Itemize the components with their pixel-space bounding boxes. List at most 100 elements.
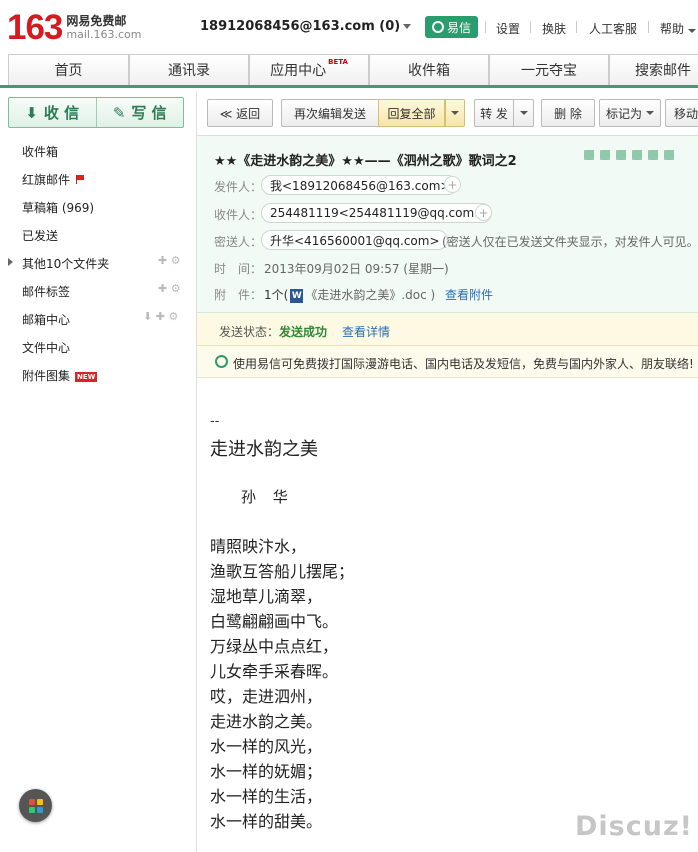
yixin-label: 易信 xyxy=(446,20,471,35)
reply-all-button[interactable]: 回复全部 xyxy=(378,99,445,127)
mail-toolbar: ≪ 返回 再次编辑发送 回复全部 转 发 删 除 标记为 移动 xyxy=(197,91,698,136)
sidebar-item-sent[interactable]: 已发送 xyxy=(22,227,58,244)
poem-author: 孙 华 xyxy=(241,488,294,506)
account-menu[interactable]: 18912068456@163.com (0) xyxy=(200,19,412,34)
status-detail-link[interactable]: 查看详情 xyxy=(342,323,390,340)
flag-icon[interactable] xyxy=(600,150,610,160)
poem-line: 湿地草儿滴翠， xyxy=(210,587,323,606)
mark-as-button[interactable]: 标记为 xyxy=(599,99,661,127)
add-icon[interactable]: ✚ xyxy=(158,282,167,295)
gear-icon[interactable]: ⚙ xyxy=(171,282,181,295)
tab-label: 收件箱 xyxy=(408,63,450,79)
status-value: 发送成功 xyxy=(279,325,328,339)
tab-duobao[interactable]: 一元夺宝 xyxy=(489,54,609,85)
gear-icon[interactable]: ⚙ xyxy=(171,254,181,267)
logo[interactable]: 163 网易免费邮 mail.163.com xyxy=(7,10,141,46)
attachment-info: 1个(W 《走进水韵之美》.doc ) 查看附件 xyxy=(264,286,493,303)
sidebar-item-attachments[interactable]: 附件图集 NEW xyxy=(22,367,98,384)
word-doc-icon: W xyxy=(290,288,304,303)
forward-dropdown[interactable] xyxy=(514,99,534,127)
sidebar-item-drafts[interactable]: 草稿箱 (969) xyxy=(22,199,94,216)
yixin-icon xyxy=(215,355,228,368)
view-attachment-link[interactable]: 查看附件 xyxy=(445,288,493,302)
status-label: 发送状态： xyxy=(219,325,280,339)
mail-header: ★★《走进水韵之美》★★——《泗州之歌》歌词之2 发件人： 我<18912068… xyxy=(197,136,698,313)
new-badge: NEW xyxy=(75,371,98,382)
support-link[interactable]: 人工客服 xyxy=(589,20,637,37)
poem-title: 走进水韵之美 xyxy=(210,439,318,460)
tab-home[interactable]: 首页 xyxy=(8,54,129,85)
poem-line: 水一样的甜美。 xyxy=(210,812,323,831)
back-button[interactable]: ≪ 返回 xyxy=(207,99,273,127)
help-link[interactable]: 帮助 xyxy=(660,20,696,37)
signature-dash: -- xyxy=(210,414,220,429)
logo-number: 163 xyxy=(7,8,63,47)
app-tile-icon xyxy=(36,798,43,805)
to-chip[interactable]: 254481119<254481119@qq.com> xyxy=(261,203,493,223)
tab-inbox[interactable]: 收件箱 xyxy=(369,54,489,85)
add-contact-icon[interactable]: + xyxy=(444,176,461,193)
send-status-bar: 发送状态：发送成功 查看详情 xyxy=(197,313,698,346)
receive-label: 收 信 xyxy=(43,104,80,122)
tab-label: 首页 xyxy=(54,63,83,79)
chevron-down-icon xyxy=(519,111,528,115)
print-icon[interactable] xyxy=(648,150,658,160)
delete-button[interactable]: 删 除 xyxy=(541,99,595,127)
poem-line: 万绿丛中点点红， xyxy=(210,637,339,656)
sidebar-item-tags[interactable]: 邮件标签 xyxy=(22,283,70,300)
send-status: 发送状态：发送成功 xyxy=(219,323,327,340)
folder-tools: ✚ ⚙ xyxy=(158,254,181,267)
sidebar-item-other-folders[interactable]: 其他10个文件夹 xyxy=(22,255,109,272)
poem-line: 水一样的生活， xyxy=(210,787,323,806)
folder-label: 附件图集 xyxy=(22,369,71,383)
yixin-button[interactable]: 易信 xyxy=(425,16,478,38)
subject-actions xyxy=(584,150,674,160)
mail-body: -- 走进水韵之美 孙 华 晴照映汴水， 渔歌互答船儿摆尾； 湿地草儿滴翠， 白… xyxy=(197,378,698,852)
settings-link[interactable]: 设置 xyxy=(496,20,520,37)
promo-text[interactable]: 使用易信可免费拨打国际漫游电话、国内电话及发短信，免费与国内外家人、朋友联络! xyxy=(233,355,694,372)
app-launcher-button[interactable] xyxy=(19,789,52,822)
forward-button[interactable]: 转 发 xyxy=(474,99,514,127)
calendar-icon[interactable] xyxy=(616,150,626,160)
poem-line: 水一样的风光， xyxy=(210,737,323,756)
compose-button[interactable]: ✎ 写 信 xyxy=(97,98,184,127)
attach-name[interactable]: 《走进水韵之美》.doc ) xyxy=(305,288,435,302)
folder-tools: ⬇ ✚ ⚙ xyxy=(143,310,178,323)
bcc-label: 密送人： xyxy=(214,235,263,249)
gear-icon[interactable]: ⚙ xyxy=(168,310,178,323)
divider xyxy=(576,21,577,33)
reply-all-dropdown[interactable] xyxy=(445,99,465,127)
tab-appcenter[interactable]: 应用中心 BETA xyxy=(249,54,369,85)
add-icon[interactable]: ✚ xyxy=(158,254,167,267)
divider xyxy=(485,21,486,33)
top-header: 163 网易免费邮 mail.163.com 18912068456@163.c… xyxy=(0,0,698,54)
tab-search-mail[interactable]: 搜索邮件 xyxy=(609,54,698,85)
add-icon[interactable]: ✚ xyxy=(156,310,165,323)
note-icon[interactable] xyxy=(632,150,642,160)
folder-label: 红旗邮件 xyxy=(22,173,71,187)
beta-badge: BETA xyxy=(328,58,348,66)
receive-button[interactable]: ⬇ 收 信 xyxy=(9,98,96,127)
sidebar-item-inbox[interactable]: 收件箱 xyxy=(22,143,58,160)
sidebar-item-mailcenter[interactable]: 邮箱中心 xyxy=(22,311,70,328)
red-flag-icon xyxy=(76,175,85,184)
attach-count: 1个( xyxy=(264,288,289,302)
compose-label: 写 信 xyxy=(131,104,167,122)
sidebar-item-filecenter[interactable]: 文件中心 xyxy=(22,339,70,356)
attach-label: 附 件： xyxy=(214,288,263,302)
move-button[interactable]: 移动 xyxy=(665,99,698,127)
chevron-down-icon[interactable] xyxy=(584,150,594,160)
reedit-button[interactable]: 再次编辑发送 xyxy=(281,99,378,127)
sidebar-item-flagged[interactable]: 红旗邮件 xyxy=(22,171,85,188)
add-contact-icon[interactable]: + xyxy=(475,204,492,221)
pencil-icon: ✎ xyxy=(112,103,126,122)
skin-link[interactable]: 换肤 xyxy=(542,20,566,37)
expand-arrow-icon[interactable] xyxy=(8,258,13,266)
yixin-icon xyxy=(431,21,444,33)
bcc-chip[interactable]: 升华<416560001@qq.com> xyxy=(261,230,448,250)
tab-contacts[interactable]: 通讯录 xyxy=(129,54,249,85)
popout-icon[interactable] xyxy=(664,150,674,160)
compose-row: ⬇ 收 信 ✎ 写 信 xyxy=(8,97,184,128)
from-chip[interactable]: 我<18912068456@163.com> xyxy=(261,175,459,195)
download-icon[interactable]: ⬇ xyxy=(143,310,152,323)
